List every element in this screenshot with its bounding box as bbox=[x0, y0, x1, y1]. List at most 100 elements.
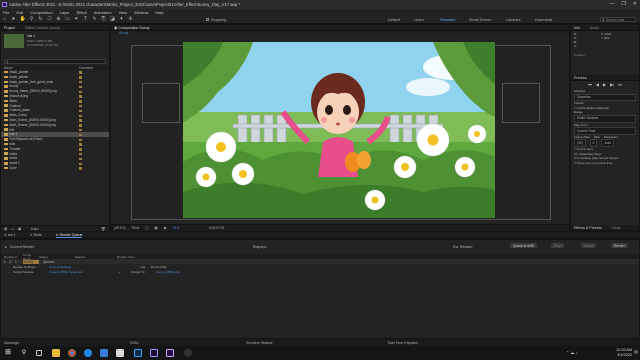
label-color-swatch[interactable] bbox=[79, 133, 82, 137]
maximize-button[interactable]: ❐ bbox=[621, 1, 625, 7]
last-frame-icon[interactable]: ⏭ bbox=[618, 82, 622, 87]
label-color-swatch[interactable] bbox=[79, 167, 82, 170]
tab-timeline-birds[interactable]: ✕ Birds bbox=[30, 233, 42, 237]
notification-icon[interactable]: ▤ bbox=[634, 349, 638, 354]
store-icon[interactable] bbox=[100, 349, 108, 357]
menu-file[interactable]: File bbox=[3, 10, 9, 15]
search-icon[interactable]: ⚲ bbox=[20, 349, 28, 357]
composition-subtab-sunny[interactable]: Sunny bbox=[119, 31, 128, 35]
label-color-swatch[interactable] bbox=[79, 90, 82, 94]
menu-edit[interactable]: Edit bbox=[16, 10, 23, 15]
label-color-swatch[interactable] bbox=[79, 138, 82, 142]
selection-tool-icon[interactable]: ➤ bbox=[11, 16, 17, 22]
menu-view[interactable]: View bbox=[119, 10, 128, 15]
expand-item-icon[interactable]: ▾ bbox=[1, 260, 9, 264]
tray-date[interactable]: 9/1/2022 bbox=[606, 353, 632, 357]
column-name[interactable]: Name bbox=[4, 66, 79, 70]
home-icon[interactable]: ⌂ bbox=[2, 16, 8, 22]
pen-tool-icon[interactable]: ✒ bbox=[74, 16, 80, 22]
label-color-swatch[interactable] bbox=[79, 85, 82, 89]
bit-depth-label[interactable]: 8 bpc bbox=[31, 227, 39, 231]
snapping-checkbox[interactable] bbox=[206, 17, 209, 21]
col-render-time[interactable]: Render Time bbox=[117, 255, 135, 259]
col-number[interactable]: # bbox=[15, 255, 23, 259]
workspace-learn[interactable]: Learn bbox=[414, 18, 424, 22]
label-color-swatch[interactable] bbox=[79, 95, 82, 98]
label-color-swatch[interactable] bbox=[79, 148, 82, 151]
menu-animation[interactable]: Animation bbox=[94, 10, 112, 15]
region-of-interest-icon[interactable]: ▢ bbox=[145, 226, 148, 230]
label-color-swatch[interactable] bbox=[79, 157, 82, 161]
transparency-grid-icon[interactable]: ▦ bbox=[154, 226, 157, 230]
resolution-select[interactable]: Third bbox=[132, 226, 140, 230]
project-item[interactable]: Zone bbox=[1, 166, 109, 171]
expand-current-render-icon[interactable]: ▸ bbox=[5, 245, 7, 249]
workspace-default[interactable]: Default bbox=[388, 18, 400, 22]
brush-tool-icon[interactable]: ✎ bbox=[92, 16, 98, 22]
tab-info[interactable]: Info bbox=[574, 26, 580, 30]
hand-tool-icon[interactable]: ✋ bbox=[20, 16, 26, 22]
next-frame-icon[interactable]: ▶| bbox=[610, 82, 614, 87]
menu-help[interactable]: Help bbox=[155, 10, 163, 15]
minimize-button[interactable]: — bbox=[609, 1, 614, 7]
close-button[interactable]: ✕ bbox=[633, 1, 637, 7]
queue-in-ame-button[interactable]: Queue in AME bbox=[510, 243, 538, 248]
resolution-select[interactable]: Auto bbox=[601, 139, 615, 147]
move-time-checkbox[interactable]: ☑ Move time to preview time bbox=[574, 161, 636, 166]
label-color-swatch[interactable] bbox=[79, 162, 82, 166]
rectangle-tool-icon[interactable]: ▭ bbox=[65, 16, 71, 22]
label-color-swatch[interactable] bbox=[79, 104, 82, 108]
tab-effects-presets[interactable]: Effects & Presets bbox=[574, 226, 602, 230]
column-comment[interactable]: Comment bbox=[79, 66, 93, 70]
workspace-essentials[interactable]: Essentials bbox=[535, 18, 552, 22]
tray-time[interactable]: 12:26 AM bbox=[606, 348, 632, 352]
output-module-expand-icon[interactable]: › bbox=[9, 270, 10, 274]
windows-start-icon[interactable]: ⊞ bbox=[4, 349, 12, 357]
after-effects-icon[interactable] bbox=[166, 349, 174, 357]
workspace-libraries[interactable]: Libraries bbox=[506, 18, 521, 22]
menu-layer[interactable]: Layer bbox=[60, 10, 70, 15]
output-module-value[interactable]: Custom: PNG Sequence bbox=[49, 270, 83, 274]
tray-icons[interactable]: ⌃ ☁ ♪ bbox=[566, 350, 578, 355]
zoom-tool-icon[interactable]: ⚲ bbox=[29, 16, 35, 22]
label-color-swatch[interactable] bbox=[79, 119, 82, 122]
label-color-swatch[interactable] bbox=[79, 152, 82, 156]
stop-button[interactable]: Stop bbox=[551, 243, 564, 248]
tab-timeline-1[interactable]: ✕ tab 1 bbox=[4, 233, 16, 237]
render-button[interactable]: Render bbox=[611, 243, 628, 248]
range-select[interactable]: Entire Duration bbox=[574, 114, 636, 123]
tab-audio[interactable]: Audio bbox=[590, 26, 599, 30]
task-view-icon[interactable] bbox=[36, 350, 42, 356]
label-color-swatch[interactable] bbox=[79, 114, 82, 118]
new-comp-icon[interactable]: ▣ bbox=[18, 227, 21, 231]
render-settings-value[interactable]: Current Settings bbox=[49, 265, 71, 269]
label-color-swatch[interactable] bbox=[79, 80, 82, 84]
tab-composition[interactable]: ▣ Composition Sunny bbox=[114, 26, 150, 30]
camera-snapshot-icon[interactable]: ◉ bbox=[163, 226, 166, 230]
label-color-swatch[interactable] bbox=[79, 76, 82, 79]
camera-tool-icon[interactable]: ⎔ bbox=[47, 16, 53, 22]
search-help-field[interactable]: ⚲ Search Help bbox=[600, 17, 636, 22]
label-color-swatch[interactable] bbox=[79, 124, 82, 127]
label-color-swatch[interactable] bbox=[79, 71, 82, 74]
render-settings-expand-icon[interactable]: › bbox=[9, 265, 10, 269]
skip-field[interactable]: 0 bbox=[589, 139, 598, 147]
frame-rate-select[interactable]: (30) bbox=[574, 139, 586, 147]
col-status[interactable]: Status bbox=[39, 255, 75, 259]
roto-tool-icon[interactable]: ✦ bbox=[119, 16, 125, 22]
prev-frame-icon[interactable]: ◀ bbox=[596, 82, 599, 87]
tab-render-queue[interactable]: ✕ Render Queue bbox=[55, 233, 83, 238]
first-frame-icon[interactable]: ⏮ bbox=[588, 82, 592, 87]
exposure-offset[interactable]: +0.0 bbox=[172, 226, 179, 230]
photoshop-icon[interactable] bbox=[134, 349, 142, 357]
log-select[interactable]: Errors Only bbox=[151, 265, 167, 269]
shortcut-select[interactable]: Spacebar bbox=[574, 93, 636, 102]
puppet-tool-icon[interactable]: ✢ bbox=[128, 16, 134, 22]
interpret-footage-icon[interactable]: ▤ bbox=[4, 227, 7, 231]
chrome-icon[interactable] bbox=[68, 349, 76, 357]
trash-icon[interactable]: 🗑 bbox=[101, 227, 105, 231]
menu-window[interactable]: Window bbox=[134, 10, 148, 15]
tab-libraries[interactable]: Librar bbox=[612, 226, 621, 230]
file-explorer-icon[interactable] bbox=[52, 349, 60, 357]
stamp-tool-icon[interactable]: ⎘ bbox=[101, 16, 107, 22]
